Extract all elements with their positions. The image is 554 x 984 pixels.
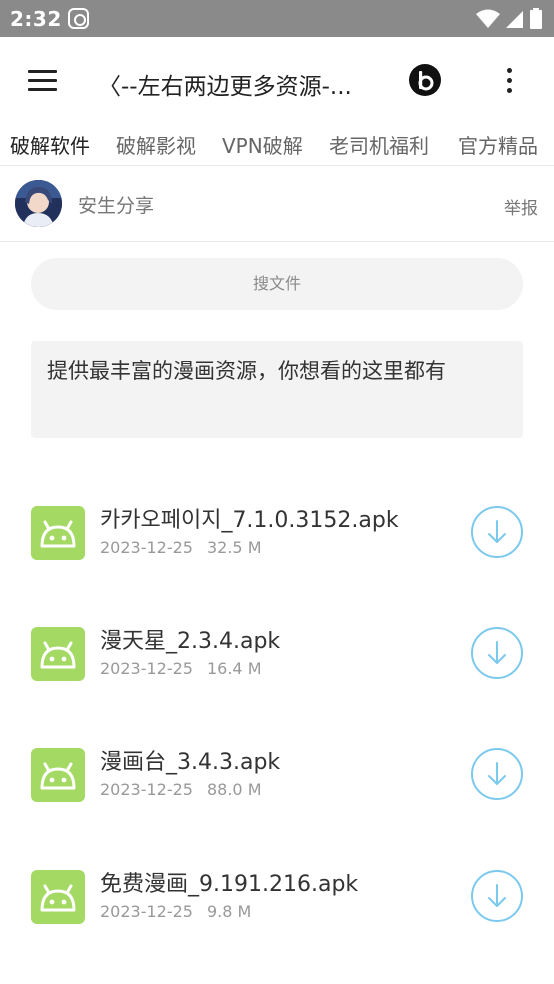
file-size: 32.5 M: [206, 538, 262, 557]
download-icon[interactable]: [471, 870, 523, 922]
report-link[interactable]: 举报: [504, 194, 538, 219]
author-row: 安生分享 举报: [0, 166, 554, 242]
tab-veteran-welfare[interactable]: 老司机福利: [329, 130, 429, 159]
file-name: 免费漫画_9.191.216.apk: [100, 872, 359, 897]
android-icon: [31, 506, 85, 560]
tab-crack-software[interactable]: 破解软件: [10, 130, 90, 159]
notification-icon: [68, 8, 89, 29]
file-meta: 2023-12-25 32.5 M: [100, 538, 262, 557]
file-item[interactable]: 카카오페이지_7.1.0.3152.apk 2023-12-25 32.5 M: [0, 500, 554, 580]
file-size: 9.8 M: [206, 902, 252, 921]
android-icon: [31, 748, 85, 802]
status-time: 2:32: [10, 7, 62, 31]
tab-official-picks[interactable]: 官方精品: [458, 130, 538, 159]
system-icons: [476, 8, 542, 29]
file-item[interactable]: 漫天星_2.3.4.apk 2023-12-25 16.4 M: [0, 621, 554, 701]
file-date: 2023-12-25: [100, 659, 193, 678]
file-name: 漫天星_2.3.4.apk: [100, 629, 281, 654]
file-item[interactable]: 免费漫画_9.191.216.apk 2023-12-25 9.8 M: [0, 864, 554, 944]
b-logo-icon[interactable]: [409, 64, 441, 96]
file-size: 88.0 M: [206, 780, 262, 799]
download-icon[interactable]: [471, 627, 523, 679]
file-meta: 2023-12-25 9.8 M: [100, 902, 251, 921]
file-name: 카카오페이지_7.1.0.3152.apk: [100, 508, 399, 533]
file-item[interactable]: 漫画台_3.4.3.apk 2023-12-25 88.0 M: [0, 742, 554, 822]
android-icon: [31, 870, 85, 924]
download-icon[interactable]: [471, 506, 523, 558]
file-date: 2023-12-25: [100, 780, 193, 799]
category-tabs: 破解软件 破解影视 VPN破解 老司机福利 官方精品: [0, 124, 554, 166]
file-size: 16.4 M: [206, 659, 262, 678]
tab-crack-video[interactable]: 破解影视: [116, 130, 196, 159]
file-meta: 2023-12-25 16.4 M: [100, 659, 262, 678]
page-title: 〈--左右两边更多资源-...: [98, 74, 352, 100]
status-bar: 2:32: [0, 0, 554, 37]
signal-icon: [506, 10, 523, 28]
avatar[interactable]: [15, 180, 62, 227]
tab-vpn[interactable]: VPN破解: [222, 130, 303, 159]
wifi-icon: [476, 9, 500, 28]
download-icon[interactable]: [471, 748, 523, 800]
battery-icon: [530, 8, 542, 29]
file-name: 漫画台_3.4.3.apk: [100, 750, 281, 775]
file-meta: 2023-12-25 88.0 M: [100, 780, 262, 799]
more-vertical-icon[interactable]: [500, 67, 520, 97]
hamburger-icon[interactable]: [28, 70, 58, 92]
description-box: 提供最丰富的漫画资源，你想看的这里都有: [31, 341, 523, 438]
search-files-button[interactable]: 搜文件: [31, 258, 523, 310]
file-date: 2023-12-25: [100, 902, 193, 921]
file-date: 2023-12-25: [100, 538, 193, 557]
android-icon: [31, 627, 85, 681]
app-toolbar: 〈--左右两边更多资源-...: [0, 37, 554, 124]
author-name: 安生分享: [78, 195, 155, 217]
